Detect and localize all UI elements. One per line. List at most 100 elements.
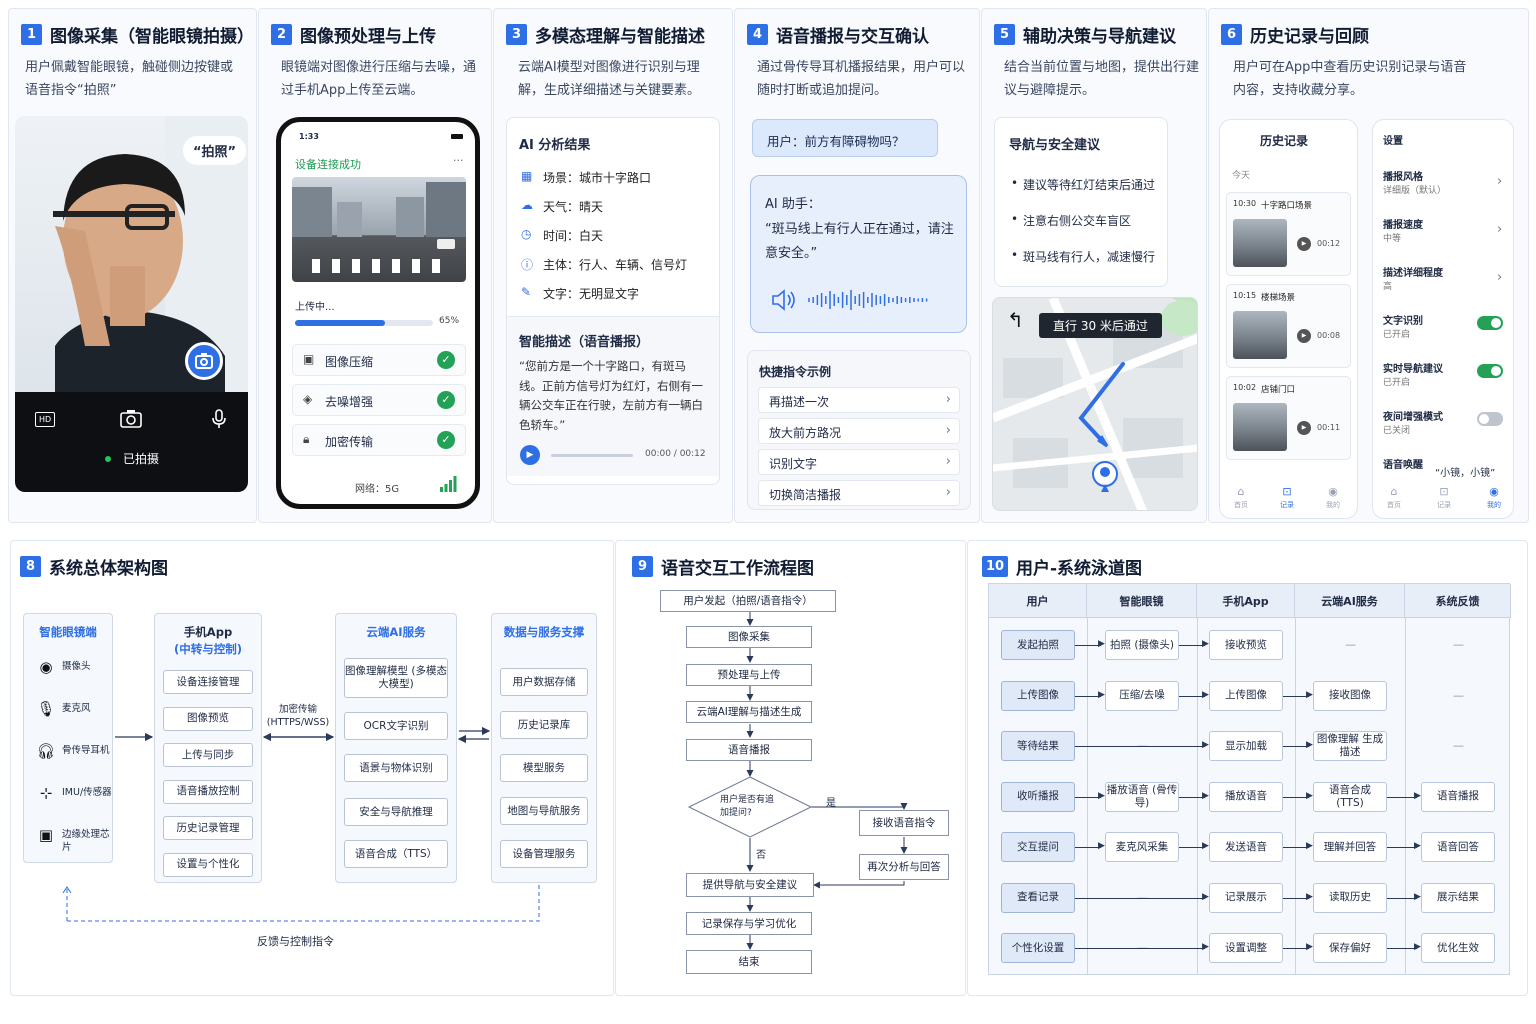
tab-0[interactable]: ⌂ 首页: [1228, 486, 1254, 510]
lane-cell: 语音合成 (TTS): [1313, 781, 1387, 812]
chevron-right-icon: ›: [945, 454, 951, 469]
lane-cell[interactable]: 查看记录: [1001, 882, 1075, 913]
lane-cell[interactable]: 个性化设置: [1001, 933, 1075, 963]
tab-2[interactable]: ◉ 我的: [1481, 486, 1507, 510]
arrow-head: ▶: [1414, 891, 1421, 902]
record-thumbnail: [1233, 311, 1287, 359]
tab-label: 我的: [1487, 501, 1501, 509]
check-icon: ✓: [437, 351, 455, 369]
tab-label: 记录: [1280, 501, 1294, 509]
setting-value: 已开启: [1383, 330, 1411, 340]
record-name: 楼梯场景: [1261, 293, 1296, 303]
play-icon[interactable]: ▶: [1297, 237, 1311, 251]
quick-command-item[interactable]: 再描述一次 ›: [758, 387, 960, 413]
camera-fab[interactable]: [185, 342, 223, 380]
lane-cell[interactable]: 交互提问: [1001, 832, 1075, 862]
tab-2[interactable]: ◉ 我的: [1320, 486, 1346, 510]
tab-1[interactable]: ⊡ 记录: [1274, 486, 1300, 510]
arrow-head: ▶: [1202, 740, 1209, 750]
step-label: 加密传输: [325, 435, 374, 449]
chevron-right-icon[interactable]: ›: [1497, 222, 1502, 237]
lane-cell[interactable]: 上传图像: [1001, 680, 1075, 711]
toggle-switch[interactable]: [1477, 316, 1503, 330]
navigation-tips-card: 导航与安全建议 • 建议等待红灯结束后通过 • 注意右侧公交车盲区 • 斑马线有行人，减速…: [994, 117, 1168, 287]
toggle-switch[interactable]: [1477, 364, 1503, 378]
street-image: [292, 182, 466, 273]
lane-cell: 语音播报: [1421, 781, 1495, 812]
result-item-icon: ◷: [521, 227, 532, 241]
swimlane-table: 用户 智能眼镜 手机App 云端AI服务 系统反馈 发起拍照 拍照 (摄像头) ▶ 接收预览 ▶ —…: [988, 583, 1511, 975]
lane-arrow: [1387, 796, 1417, 798]
play-icon[interactable]: ▶: [1297, 421, 1311, 435]
tab-0[interactable]: ⌂ 首页: [1381, 486, 1407, 510]
history-record[interactable]: 10:02 店铺门口 ▶ 00:11: [1226, 376, 1351, 460]
tab-1[interactable]: ⊡ 记录: [1431, 486, 1457, 510]
section-number: 10: [982, 556, 1008, 577]
quick-command-item[interactable]: 切换简洁播报 ›: [758, 480, 960, 506]
chevron-right-icon[interactable]: ›: [1497, 174, 1502, 189]
lane-cell[interactable]: 发起拍照: [1001, 630, 1075, 660]
phone-frame: 1:33 设备连接成功 ··· 上传中... 65% ▣ 图像压缩 ✓ ◈ 去噪…: [276, 117, 480, 509]
narration-block: 智能描述（语音播报） “您前方是一个十字路口，有斑马线。正前方信号灯为红灯，右侧…: [507, 316, 719, 476]
lane-cell: 显示加载: [1209, 731, 1283, 761]
flow-step: 图像采集: [686, 626, 812, 648]
capture-controls: HD 已拍摄: [15, 392, 248, 492]
panel-preprocess-upload: 2 图像预处理与上传 眼镜端对图像进行压缩与去噪，通过手机App上传至云端。 1:…: [258, 8, 492, 523]
panel-flowchart: 9 语音交互工作流程图 用户发起（拍照/语音指令） 图像采集 预处理与上传 云端AI理解…: [615, 540, 966, 996]
result-item: 主体：行人、车辆、信号灯: [543, 258, 688, 272]
play-button[interactable]: ▶: [520, 445, 540, 465]
microphone-icon[interactable]: [211, 408, 227, 430]
network-status: 网络：5G: [355, 484, 400, 495]
lane-header: 智能眼镜: [1087, 584, 1197, 618]
tab-label: 首页: [1387, 501, 1401, 509]
map-view[interactable]: ↰ 直行 30 米后通过: [992, 297, 1198, 511]
lock-icon: 🔒︎: [303, 432, 310, 446]
section-number: 4: [747, 24, 768, 45]
record-duration: 00:11: [1317, 423, 1341, 432]
quick-title: 快捷指令示例: [759, 365, 832, 379]
denoise-icon: ◈: [303, 392, 313, 406]
flow-step: 用户发起（拍照/语音指令）: [660, 590, 836, 612]
lane-cell: 接收图像: [1313, 680, 1387, 711]
lane-cell[interactable]: 收听播报: [1001, 781, 1075, 812]
record-time: 10:30: [1233, 199, 1257, 208]
history-record[interactable]: 10:15 楼梯场景 ▶ 00:08: [1226, 284, 1351, 368]
lane-cell: 播放语音: [1209, 781, 1283, 812]
arrow-head: ▶: [1306, 942, 1313, 952]
section-header: 1 图像采集（智能眼镜拍摄）: [21, 22, 254, 47]
flow-step: 记录保存与学习优化: [686, 912, 812, 935]
more-icon[interactable]: ···: [453, 154, 464, 167]
record-thumbnail: [1233, 219, 1287, 267]
quick-command-item[interactable]: 放大前方路况 ›: [758, 418, 960, 444]
status-dot: [105, 456, 111, 462]
flow-step: 语音播报: [686, 738, 812, 761]
tab-icon: ⊡: [1282, 485, 1292, 498]
lane-cell[interactable]: 等待结果: [1001, 731, 1075, 761]
decision-text: 用户是否有追加提问?: [720, 795, 775, 818]
audio-track[interactable]: [551, 454, 633, 457]
record-name: 店铺门口: [1261, 385, 1296, 395]
history-record[interactable]: 10:30 十字路口场景 ▶ 00:12: [1226, 192, 1351, 276]
hd-button[interactable]: HD: [35, 412, 56, 427]
quick-command-item[interactable]: 识别文字 ›: [758, 449, 960, 475]
step-image-compress: ▣ 图像压缩 ✓: [292, 344, 466, 376]
arch-connectors: [62, 726, 540, 922]
shutter-camera-icon[interactable]: [119, 408, 143, 430]
lane-arrow: [1075, 948, 1205, 949]
record-name: 十字路口场景: [1261, 201, 1313, 211]
setting-value: 详细版（默认）: [1383, 186, 1447, 196]
toggle-switch[interactable]: [1477, 412, 1503, 426]
panel-architecture: 8 系统总体架构图 智能眼镜端 ◉ 摄像头 🎙︎ 麦克风 🎧︎ 骨传导耳机 ⊹ IMU/传感器 ▣…: [10, 540, 614, 996]
ai-reply-bubble: AI 助手： “斑马线上有行人正在通过，请注意安全。”: [750, 175, 967, 333]
narration-text: “您前方是一个十字路口，有斑马线。正前方信号灯为红灯，右侧有一辆公交车正在行驶，…: [519, 359, 703, 432]
upload-progress-track: [295, 320, 433, 326]
lane-arrow: [1075, 897, 1205, 899]
play-icon[interactable]: ▶: [1297, 329, 1311, 343]
arrow-head: ▶: [1306, 689, 1313, 700]
lane-cell: 麦克风采集: [1105, 832, 1179, 862]
section-description: 结合当前位置与地图，提供出行建议与避障提示。: [1004, 60, 1200, 98]
chevron-right-icon[interactable]: ›: [1497, 270, 1502, 285]
quick-command-label: 再描述一次: [769, 395, 830, 409]
quick-command-label: 切换简洁播报: [769, 488, 842, 502]
result-item: 时间：白天: [543, 229, 604, 243]
